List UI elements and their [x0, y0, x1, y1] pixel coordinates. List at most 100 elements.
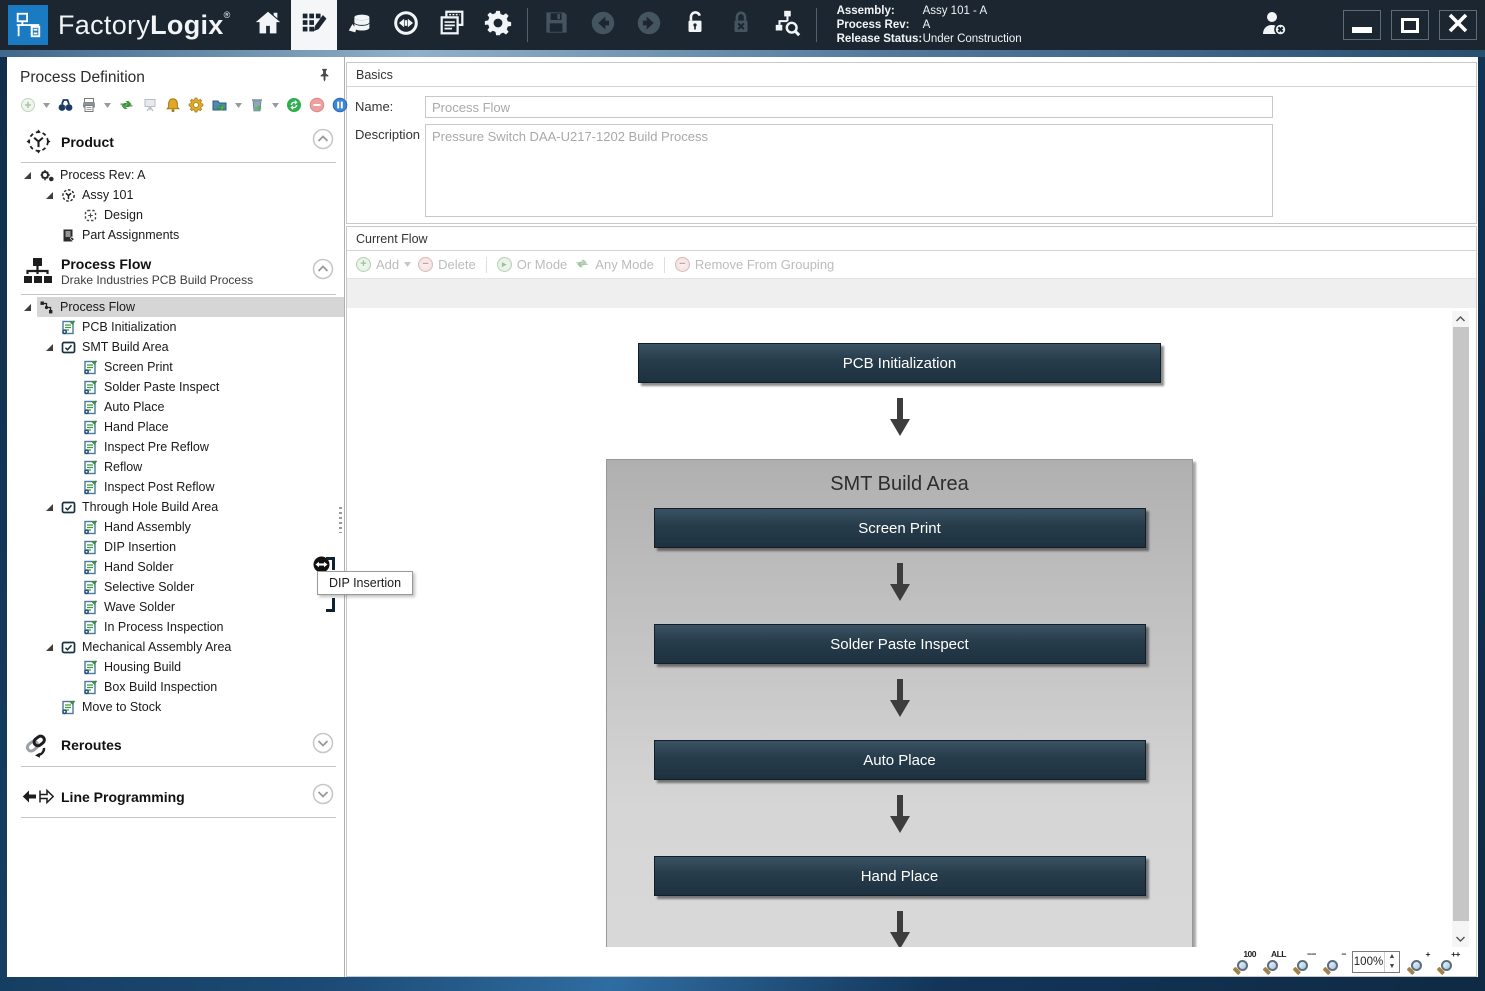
tree-item-dip-insertion[interactable]: DIP Insertion [7, 537, 344, 557]
flow-node-hand-place[interactable]: Hand Place [654, 856, 1146, 896]
any-mode-button[interactable] [118, 97, 135, 114]
spinner-up-icon[interactable]: ▲ [1385, 952, 1399, 962]
flow-group-smt-build-area[interactable]: SMT Build AreaScreen PrintSolder Paste I… [606, 459, 1193, 947]
expander-icon[interactable] [45, 191, 59, 200]
config-gear-button[interactable] [188, 97, 204, 114]
product-section-header[interactable]: Product [7, 118, 344, 161]
pin-icon[interactable] [317, 67, 332, 88]
reroutes-section-header[interactable]: Reroutes [7, 719, 344, 765]
spinner-arrows[interactable]: ▲▼ [1384, 952, 1399, 972]
tree-item-assy-101[interactable]: Assy 101 [7, 185, 344, 205]
tree-item-hand-solder[interactable]: Hand Solder [7, 557, 344, 577]
back-button[interactable] [580, 0, 626, 50]
forward-button[interactable] [626, 0, 672, 50]
tree-item-auto-place[interactable]: Auto Place [7, 397, 344, 417]
settings-button[interactable] [475, 0, 521, 50]
remove-from-grouping-button[interactable]: − Remove From Grouping [675, 257, 834, 272]
remove-button[interactable] [309, 97, 325, 114]
add-node-button[interactable]: + Add [356, 257, 411, 272]
expander-icon[interactable] [45, 343, 59, 352]
tree-item-smt-build-area[interactable]: SMT Build Area [7, 337, 344, 357]
process-search-button[interactable] [764, 0, 810, 50]
logistics-button[interactable] [337, 0, 383, 50]
tree-item-process-rev-a[interactable]: Process Rev: A [7, 165, 344, 185]
scroll-down-button[interactable] [1452, 931, 1469, 947]
expand-down-icon[interactable] [312, 732, 334, 759]
tree-item-design[interactable]: Design [7, 205, 344, 225]
flow-node-solder-paste-inspect[interactable]: Solder Paste Inspect [654, 624, 1146, 664]
description-input[interactable]: Pressure Switch DAA-U217-1202 Build Proc… [425, 124, 1273, 217]
or-mode-button[interactable]: ▸ Or Mode [497, 257, 568, 272]
tree-item-through-hole-build-area[interactable]: Through Hole Build Area [7, 497, 344, 517]
pause-button[interactable] [332, 97, 348, 114]
minimize-button[interactable] [1343, 10, 1381, 40]
add-dropdown-icon[interactable] [43, 103, 50, 108]
add-dropdown-icon[interactable] [404, 262, 411, 267]
presentation-button[interactable] [142, 97, 158, 114]
alarm-bell-button[interactable] [165, 97, 181, 114]
tree-item-solder-paste-inspect[interactable]: Solder Paste Inspect [7, 377, 344, 397]
export-folder-button[interactable] [211, 97, 228, 114]
tree-item-wave-solder[interactable]: Wave Solder [7, 597, 344, 617]
tree-item-pcb-initialization[interactable]: PCB Initialization [7, 317, 344, 337]
export-dropdown-icon[interactable] [235, 103, 242, 108]
flow-node-auto-place[interactable]: Auto Place [654, 740, 1146, 780]
zoom-level-spinner[interactable]: 100% ▲▼ [1352, 951, 1400, 973]
tree-item-housing-build[interactable]: Housing Build [7, 657, 344, 677]
find-button[interactable] [57, 97, 74, 114]
zoom-all-button[interactable]: ALL [1262, 950, 1286, 974]
save-button[interactable] [534, 0, 580, 50]
any-mode-button[interactable]: Any Mode [574, 256, 654, 274]
process-definition-button[interactable] [291, 0, 337, 50]
flow-node-pcb-initialization[interactable]: PCB Initialization [638, 343, 1161, 383]
home-button[interactable] [245, 0, 291, 50]
vertical-scrollbar[interactable] [1452, 311, 1469, 947]
tree-item-in-process-inspection[interactable]: In Process Inspection [7, 617, 344, 637]
tree-item-inspect-post-reflow[interactable]: Inspect Post Reflow [7, 477, 344, 497]
expander-icon[interactable] [23, 303, 37, 312]
delete-trash-button[interactable] [249, 97, 265, 114]
tree-item-screen-print[interactable]: Screen Print [7, 357, 344, 377]
flow-node-screen-print[interactable]: Screen Print [654, 508, 1146, 548]
flow-canvas[interactable]: PCB Initialization SMT Build AreaScreen P… [347, 308, 1476, 947]
close-button[interactable] [1439, 10, 1477, 40]
splitter-grip[interactable] [339, 507, 342, 533]
lock-x-button[interactable] [718, 0, 764, 50]
zoom-out-button[interactable]: − [1322, 950, 1346, 974]
maximize-button[interactable] [1391, 10, 1429, 40]
name-input[interactable] [425, 96, 1273, 118]
collapse-up-icon[interactable] [312, 128, 334, 155]
reports-button[interactable] [429, 0, 475, 50]
tree-item-selective-solder[interactable]: Selective Solder [7, 577, 344, 597]
process-flow-section-header[interactable]: Process Flow Drake Industries PCB Build … [7, 247, 344, 293]
tree-item-box-build-inspection[interactable]: Box Build Inspection [7, 677, 344, 697]
expander-icon[interactable] [45, 643, 59, 652]
tree-item-part-assignments[interactable]: Part Assignments [7, 225, 344, 245]
sync-button[interactable] [383, 0, 429, 50]
scroll-up-button[interactable] [1452, 311, 1469, 327]
print-button[interactable] [81, 97, 97, 114]
print-dropdown-icon[interactable] [104, 103, 111, 108]
scrollbar-thumb[interactable] [1453, 327, 1469, 921]
tree-item-hand-place[interactable]: Hand Place [7, 417, 344, 437]
tree-item-mechanical-assembly-area[interactable]: Mechanical Assembly Area [7, 637, 344, 657]
zoom-out-more-button[interactable]: −− [1292, 950, 1316, 974]
refresh-button[interactable] [286, 97, 302, 114]
logout-user-button[interactable] [1251, 0, 1297, 50]
tree-item-hand-assembly[interactable]: Hand Assembly [7, 517, 344, 537]
tree-item-move-to-stock[interactable]: Move to Stock [7, 697, 344, 717]
line-programming-section-header[interactable]: Line Programming [7, 767, 344, 816]
expand-down-icon[interactable] [312, 783, 334, 810]
zoom-in-more-button[interactable]: ++ [1436, 950, 1460, 974]
spinner-down-icon[interactable]: ▼ [1385, 962, 1399, 972]
collapse-up-icon[interactable] [312, 258, 334, 285]
tree-item-inspect-pre-reflow[interactable]: Inspect Pre Reflow [7, 437, 344, 457]
zoom-in-button[interactable]: + [1406, 950, 1430, 974]
unlock-button[interactable] [672, 0, 718, 50]
trash-dropdown-icon[interactable] [272, 103, 279, 108]
zoom-100-button[interactable]: 100 [1232, 950, 1256, 974]
add-button[interactable] [20, 97, 36, 114]
tree-item-process-flow[interactable]: Process Flow [7, 297, 344, 317]
tree-item-reflow[interactable]: Reflow [7, 457, 344, 477]
expander-icon[interactable] [45, 503, 59, 512]
